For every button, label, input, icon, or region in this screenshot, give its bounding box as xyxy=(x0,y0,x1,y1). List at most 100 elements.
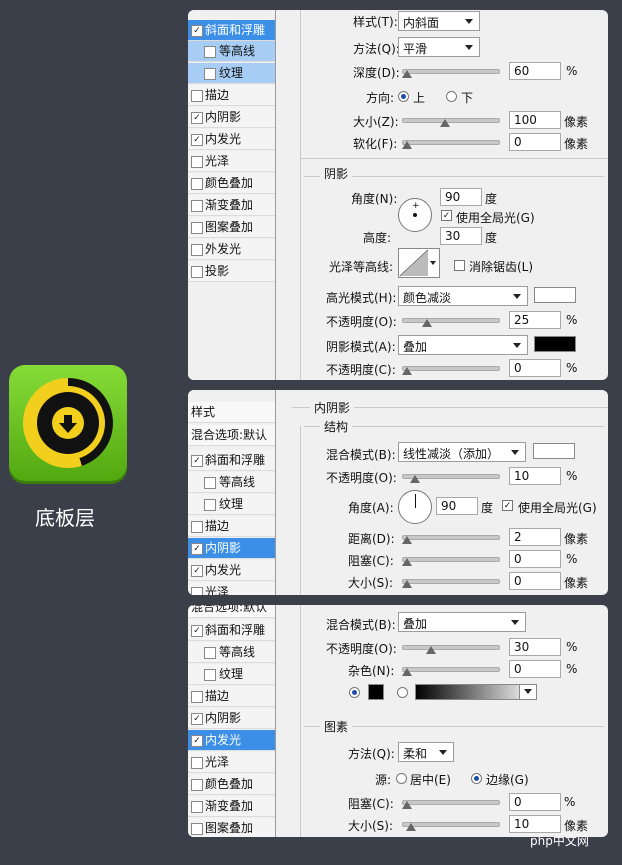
sidebar-item-satin[interactable]: 光泽 xyxy=(188,752,275,773)
sidebar-item-drop-shadow[interactable]: 投影 xyxy=(188,261,275,282)
size-input[interactable]: 10 xyxy=(509,815,561,833)
solid-color-radio[interactable] xyxy=(349,687,360,698)
style-select[interactable]: 内斜面 xyxy=(398,11,480,31)
sidebar-item-color-overlay[interactable]: 颜色叠加 xyxy=(188,774,275,795)
antialias-checkbox[interactable] xyxy=(454,260,465,271)
choke-input[interactable]: 0 xyxy=(509,550,561,568)
bevel-emboss-panel: ✓ 斜面和浮雕 等高线 纹理 描边 ✓ 内阴影 ✓ 内发光 光泽 颜色叠加 渐变叠加 … xyxy=(188,10,608,380)
sidebar-item-gradient-overlay[interactable]: 渐变叠加 xyxy=(188,195,275,216)
soften-slider[interactable] xyxy=(402,137,500,149)
app-icon xyxy=(9,365,127,481)
layer-style-sidebar: 样式 混合选项:默认 ✓ 斜面和浮雕 等高线 纹理 描边 ✓ 内阴影 ✓ 内发光 光泽 xyxy=(188,390,276,595)
sidebar-item-texture[interactable]: 纹理 xyxy=(188,63,275,84)
opacity-unit: % xyxy=(566,469,578,483)
gloss-contour-picker[interactable] xyxy=(398,248,440,278)
crosshair-icon: + xyxy=(412,201,420,211)
highlight-opacity-input[interactable]: 25 xyxy=(509,311,561,329)
sidebar-item-stroke[interactable]: 描边 xyxy=(188,85,275,106)
sidebar-item-inner-shadow[interactable]: ✓ 内阴影 xyxy=(188,708,275,729)
glow-color-swatch[interactable] xyxy=(368,684,384,700)
sidebar-item-bevel-emboss[interactable]: ✓ 斜面和浮雕 xyxy=(188,620,275,641)
distance-input[interactable]: 2 xyxy=(509,528,561,546)
shadow-color-swatch[interactable] xyxy=(534,336,576,352)
direction-up-label: 上 xyxy=(413,91,426,105)
sidebar-item-contour[interactable]: 等高线 xyxy=(188,41,275,62)
highlight-mode-select[interactable]: 颜色减淡 xyxy=(398,286,528,306)
global-light-checkbox[interactable]: ✓ xyxy=(502,500,513,511)
sidebar-item-texture[interactable]: 纹理 xyxy=(188,664,275,685)
angle-input[interactable]: 90 xyxy=(436,497,478,515)
size-input[interactable]: 0 xyxy=(509,572,561,590)
sidebar-item-inner-glow[interactable]: ✓ 内发光 xyxy=(188,730,275,751)
global-light-checkbox[interactable]: ✓ xyxy=(441,210,452,221)
choke-input[interactable]: 0 xyxy=(509,793,561,811)
size-slider[interactable] xyxy=(402,819,500,831)
sidebar-item-bevel-emboss[interactable]: ✓ 斜面和浮雕 xyxy=(188,20,275,41)
sidebar-item-stroke[interactable]: 描边 xyxy=(188,516,275,537)
sidebar-item-satin[interactable]: 光泽 xyxy=(188,582,275,595)
opacity-input[interactable]: 10 xyxy=(509,467,561,485)
method-select[interactable]: 柔和 xyxy=(398,742,454,762)
shadow-opacity-label: 不透明度(C): xyxy=(326,363,396,377)
sidebar-item-inner-shadow[interactable]: ✓ 内阴影 xyxy=(188,107,275,128)
inner-shadow-color-swatch[interactable] xyxy=(533,443,575,459)
size-slider[interactable] xyxy=(402,576,500,588)
shadow-mode-select[interactable]: 叠加 xyxy=(398,335,528,355)
sidebar-item-blending-options[interactable]: 混合选项:默认 xyxy=(188,605,275,618)
distance-slider[interactable] xyxy=(402,532,500,544)
soften-input[interactable]: 0 xyxy=(509,133,561,151)
gradient-radio[interactable] xyxy=(397,687,408,698)
blend-mode-select[interactable]: 叠加 xyxy=(398,612,526,632)
sidebar-item-blending-options[interactable]: 混合选项:默认 xyxy=(188,425,275,446)
sidebar-item-inner-glow[interactable]: ✓ 内发光 xyxy=(188,129,275,150)
highlight-opacity-label: 不透明度(O): xyxy=(326,315,397,329)
size-input[interactable]: 100 xyxy=(509,111,561,129)
gradient-picker[interactable] xyxy=(415,684,537,700)
sidebar-item-pattern-overlay[interactable]: 图案叠加 xyxy=(188,818,275,837)
sidebar-item-gradient-overlay[interactable]: 渐变叠加 xyxy=(188,796,275,817)
opacity-slider[interactable] xyxy=(402,642,500,654)
sidebar-item-inner-glow[interactable]: ✓ 内发光 xyxy=(188,560,275,581)
contour-curve-icon xyxy=(399,249,429,277)
source-edge-radio[interactable] xyxy=(471,773,482,784)
sidebar-item-contour[interactable]: 等高线 xyxy=(188,642,275,663)
shadow-opacity-input[interactable]: 0 xyxy=(509,359,561,377)
noise-slider[interactable] xyxy=(402,664,500,676)
noise-input[interactable]: 0 xyxy=(509,660,561,678)
direction-label: 方向: xyxy=(366,91,395,105)
sidebar-item-contour[interactable]: 等高线 xyxy=(188,472,275,493)
layer-style-sidebar: 混合选项:默认 ✓ 斜面和浮雕 等高线 纹理 描边 ✓ 内阴影 ✓ 内发光 光泽 颜色… xyxy=(188,605,276,837)
source-center-radio[interactable] xyxy=(396,773,407,784)
altitude-input[interactable]: 30 xyxy=(440,227,482,245)
sidebar-item-pattern-overlay[interactable]: 图案叠加 xyxy=(188,217,275,238)
direction-down-radio[interactable] xyxy=(446,91,457,102)
opacity-input[interactable]: 30 xyxy=(509,638,561,656)
highlight-opacity-slider[interactable] xyxy=(402,315,500,327)
angle-input[interactable]: 90 xyxy=(440,188,482,206)
sidebar-item-outer-glow[interactable]: 外发光 xyxy=(188,239,275,260)
sidebar-item-stroke[interactable]: 描边 xyxy=(188,686,275,707)
opacity-label: 不透明度(O): xyxy=(326,642,397,656)
highlight-opacity-unit: % xyxy=(566,313,578,327)
choke-slider[interactable] xyxy=(402,554,500,566)
blend-mode-select[interactable]: 线性减淡（添加） xyxy=(398,442,526,462)
sidebar-item-satin[interactable]: 光泽 xyxy=(188,151,275,172)
sidebar-item-texture[interactable]: 纹理 xyxy=(188,494,275,515)
angle-dial[interactable]: + xyxy=(398,198,432,232)
highlight-color-swatch[interactable] xyxy=(534,287,576,303)
depth-slider[interactable] xyxy=(402,66,500,78)
depth-input[interactable]: 60 xyxy=(509,62,561,80)
sidebar-item-inner-shadow[interactable]: ✓ 内阴影 xyxy=(188,538,275,559)
style-label: 样式(T): xyxy=(353,15,398,29)
angle-dial[interactable] xyxy=(398,490,432,524)
shadow-opacity-slider[interactable] xyxy=(402,363,500,375)
size-label: 大小(S): xyxy=(348,576,394,590)
sidebar-header-styles[interactable]: 样式 xyxy=(188,402,275,423)
direction-up-radio[interactable] xyxy=(398,91,409,102)
choke-slider[interactable] xyxy=(402,797,500,809)
opacity-slider[interactable] xyxy=(402,471,500,483)
size-slider[interactable] xyxy=(402,115,500,127)
method-select[interactable]: 平滑 xyxy=(398,37,480,57)
sidebar-item-color-overlay[interactable]: 颜色叠加 xyxy=(188,173,275,194)
sidebar-item-bevel-emboss[interactable]: ✓ 斜面和浮雕 xyxy=(188,450,275,471)
